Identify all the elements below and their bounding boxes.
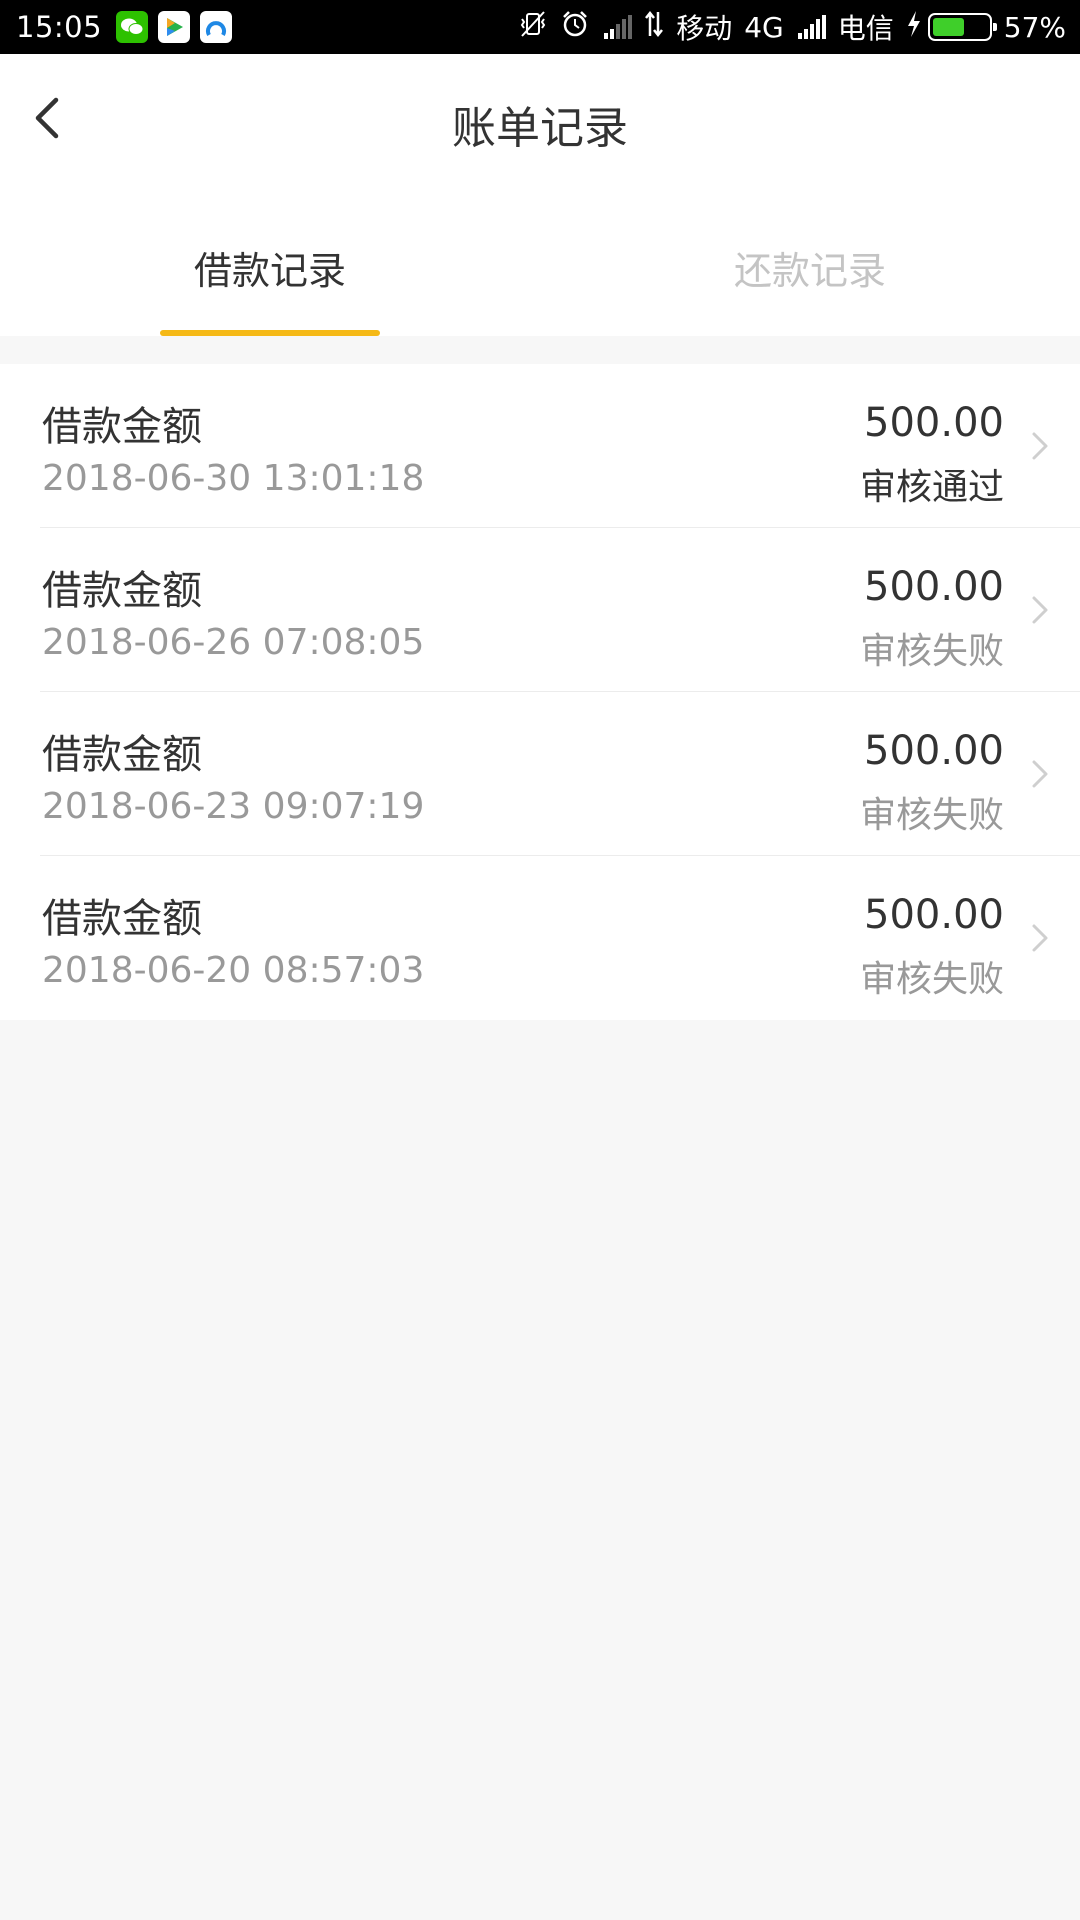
charging-icon bbox=[906, 10, 922, 45]
record-amount: 500.00 bbox=[864, 728, 1004, 774]
list-item[interactable]: 借款金额 2018-06-23 09:07:19 500.00 审核失败 bbox=[0, 692, 1080, 856]
list-item[interactable]: 借款金额 2018-06-30 13:01:18 500.00 审核通过 bbox=[0, 364, 1080, 528]
record-amount: 500.00 bbox=[864, 892, 1004, 938]
active-tab-indicator bbox=[160, 330, 380, 336]
tab-label: 还款记录 bbox=[733, 249, 886, 293]
chevron-right-icon bbox=[1032, 432, 1048, 460]
vibrate-mute-icon bbox=[518, 9, 548, 46]
status-bar: 15:05 移动 4G 电信 57% bbox=[0, 0, 1080, 54]
record-list: 借款金额 2018-06-30 13:01:18 500.00 审核通过 借款金… bbox=[0, 364, 1080, 1020]
carrier2-label: 电信 bbox=[837, 12, 894, 45]
carrier1-label: 移动 bbox=[676, 12, 733, 45]
page-title: 账单记录 bbox=[452, 103, 628, 154]
record-date: 2018-06-20 08:57:03 bbox=[42, 950, 425, 991]
record-status: 审核通过 bbox=[859, 467, 1004, 508]
list-item[interactable]: 借款金额 2018-06-20 08:57:03 500.00 审核失败 bbox=[0, 856, 1080, 1020]
record-amount: 500.00 bbox=[864, 564, 1004, 610]
record-title: 借款金额 bbox=[42, 568, 202, 614]
list-item[interactable]: 借款金额 2018-06-26 07:08:05 500.00 审核失败 bbox=[0, 528, 1080, 692]
record-status: 审核失败 bbox=[859, 795, 1004, 836]
battery-icon bbox=[927, 13, 997, 41]
tab-bar: 借款记录 还款记录 bbox=[0, 194, 1080, 336]
status-time: 15:05 bbox=[16, 10, 103, 44]
record-status: 审核失败 bbox=[859, 959, 1004, 1000]
record-title: 借款金额 bbox=[42, 732, 202, 778]
data-transfer-icon bbox=[644, 10, 664, 45]
signal-2-icon bbox=[796, 15, 826, 39]
tab-label: 借款记录 bbox=[193, 249, 346, 293]
chevron-right-icon bbox=[1032, 924, 1048, 952]
video-app-icon bbox=[158, 11, 191, 43]
tab-borrow-records[interactable]: 借款记录 bbox=[0, 194, 540, 336]
signal-1-icon bbox=[602, 15, 633, 39]
record-date: 2018-06-23 09:07:19 bbox=[42, 786, 425, 827]
browser-app-icon bbox=[200, 11, 233, 43]
tab-repay-records[interactable]: 还款记录 bbox=[540, 194, 1080, 336]
record-status: 审核失败 bbox=[859, 631, 1004, 672]
record-date: 2018-06-26 07:08:05 bbox=[42, 622, 425, 663]
record-date: 2018-06-30 13:01:18 bbox=[42, 458, 425, 499]
battery-percent: 57% bbox=[1003, 10, 1066, 44]
alarm-icon bbox=[560, 9, 590, 46]
record-title: 借款金额 bbox=[42, 404, 202, 450]
wechat-icon bbox=[116, 11, 149, 43]
record-title: 借款金额 bbox=[42, 896, 202, 942]
chevron-right-icon bbox=[1032, 596, 1048, 624]
record-amount: 500.00 bbox=[864, 400, 1004, 446]
chevron-right-icon bbox=[1032, 760, 1048, 788]
network-type-label: 4G bbox=[744, 10, 784, 44]
navigation-bar: 账单记录 bbox=[0, 54, 1080, 194]
